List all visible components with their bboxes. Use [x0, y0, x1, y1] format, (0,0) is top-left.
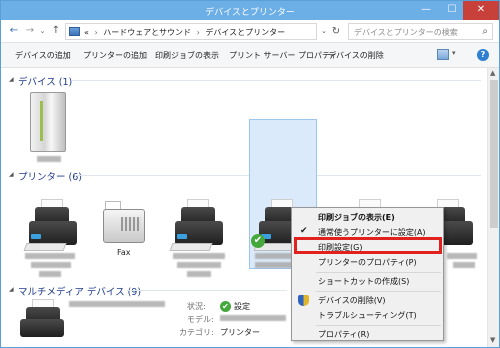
refresh-icon[interactable]: ↻	[329, 23, 343, 40]
breadcrumb: « › ハードウェアとサウンド › デバイスとプリンター	[84, 27, 285, 38]
search-input[interactable]: デバイスとプリンターの検索 ⌕	[348, 23, 493, 40]
printer-context-menu: 印刷ジョブの表示(E) ✔ 通常使うプリンターに設定(A) 印刷設定(G) プリ…	[291, 207, 444, 341]
group-divider	[71, 80, 481, 81]
computer-name-redacted	[37, 156, 61, 162]
address-dropdown-chevron-icon[interactable]: ⌄	[319, 23, 329, 40]
view-dropdown-chevron-icon[interactable]: ▾	[452, 49, 456, 57]
up-arrow-icon[interactable]: ↑	[49, 24, 63, 38]
printer-name-redacted	[31, 262, 71, 268]
menu-item-create-shortcut[interactable]: ショートカットの作成(S)	[292, 274, 443, 289]
recent-locations-chevron-icon[interactable]: ⌄	[38, 24, 47, 38]
menu-item-remove-device[interactable]: デバイスの削除(V)	[292, 293, 443, 308]
forward-arrow-icon[interactable]: →	[23, 24, 37, 38]
details-status-label: 状況:	[187, 302, 206, 311]
printer-name-redacted	[255, 262, 293, 268]
details-model-redacted	[220, 315, 286, 321]
details-category-label: カテゴリ:	[179, 328, 214, 337]
back-arrow-icon[interactable]: ←	[7, 24, 21, 38]
add-device-button[interactable]: デバイスの追加	[15, 50, 71, 61]
vertical-scrollbar[interactable]: ▲ ▼	[487, 68, 499, 347]
printer-name-redacted	[447, 253, 477, 259]
printer-icon	[175, 221, 223, 245]
group-divider	[127, 290, 287, 291]
control-panel-icon	[69, 27, 80, 36]
breadcrumb-separator-icon: ›	[94, 28, 98, 37]
fax-label: Fax	[117, 248, 131, 257]
change-view-icon[interactable]	[437, 49, 449, 60]
menu-item-see-print-jobs[interactable]: 印刷ジョブの表示(E)	[292, 210, 443, 225]
help-icon[interactable]: ?	[477, 49, 489, 61]
printer-name-redacted	[25, 253, 75, 259]
details-model-label: モデル:	[187, 315, 214, 324]
printer-name-redacted	[453, 262, 475, 268]
menu-separator	[316, 291, 441, 292]
printer-name-redacted	[39, 271, 61, 277]
printer-name-redacted	[173, 253, 225, 259]
add-printer-button[interactable]: プリンターの追加	[83, 50, 147, 61]
highlight-box	[294, 237, 442, 254]
menu-separator	[316, 325, 441, 326]
computer-power-stripe	[40, 101, 43, 141]
scroll-up-arrow-icon[interactable]: ▲	[490, 69, 495, 77]
menu-item-troubleshoot[interactable]: トラブルシューティング(T)	[292, 308, 443, 323]
printer-icon	[29, 221, 77, 245]
printer-panel	[177, 234, 187, 239]
fax-keypad	[121, 217, 141, 231]
scroll-down-arrow-icon[interactable]: ▼	[490, 336, 495, 344]
printer-name-redacted	[177, 262, 221, 268]
command-bar: デバイスの追加 プリンターの追加 印刷ジョブの表示 プリント サーバー プロパテ…	[1, 43, 499, 68]
scroll-thumb[interactable]	[490, 80, 498, 228]
printer-tray	[23, 243, 67, 251]
title-bar: デバイスとプリンター — ☐ ✕	[1, 1, 499, 20]
search-placeholder: デバイスとプリンターの検索	[354, 28, 458, 37]
checkmark-icon: ✔	[300, 226, 308, 236]
group-title-devices: デバイス (1)	[18, 77, 73, 88]
menu-item-properties[interactable]: プロパティ(R)	[292, 327, 443, 342]
remove-device-button[interactable]: デバイスの削除	[328, 50, 384, 61]
group-title-printers: プリンター (6)	[18, 172, 82, 183]
breadcrumb-devices-and-printers[interactable]: デバイスとプリンター	[205, 28, 285, 37]
status-ok-icon: ✔	[220, 301, 231, 312]
breadcrumb-hardware-and-sound[interactable]: ハードウェアとサウンド	[103, 28, 191, 37]
breadcrumb-overflow[interactable]: «	[84, 28, 89, 37]
printer-tray	[169, 243, 213, 251]
devices-and-printers-window: デバイスとプリンター — ☐ ✕ ← → ⌄ ↑ « › ハードウェアとサウンド…	[0, 0, 500, 348]
details-printer-icon	[18, 299, 66, 339]
breadcrumb-separator-icon: ›	[196, 28, 200, 37]
menu-separator	[316, 272, 441, 273]
computer-icon[interactable]	[30, 92, 66, 152]
printer-name-redacted	[187, 271, 211, 277]
uac-shield-icon	[298, 295, 309, 306]
default-printer-check-icon: ✔	[251, 234, 265, 248]
minimize-button[interactable]: —	[413, 1, 439, 20]
address-field[interactable]: « › ハードウェアとサウンド › デバイスとプリンター	[65, 23, 317, 40]
search-icon[interactable]: ⌕	[482, 26, 488, 37]
close-button[interactable]: ✕	[463, 1, 499, 20]
address-bar: ← → ⌄ ↑ « › ハードウェアとサウンド › デバイスとプリンター ⌄ ↻…	[1, 20, 499, 43]
collapse-triangle-icon[interactable]: ◢	[9, 286, 14, 293]
printer-panel	[31, 234, 41, 239]
printer-icon	[20, 319, 64, 337]
details-category-value: プリンター	[220, 328, 260, 337]
menu-item-printer-properties[interactable]: プリンターのプロパティ(P)	[292, 255, 443, 270]
maximize-button[interactable]: ☐	[439, 1, 465, 20]
collapse-triangle-icon[interactable]: ◢	[9, 76, 14, 83]
details-device-name-redacted	[69, 301, 165, 307]
group-title-multimedia: マルチメディア デバイス (9)	[18, 287, 142, 298]
print-server-properties-button[interactable]: プリント サーバー プロパティ	[229, 50, 338, 61]
details-status-value: 設定	[234, 302, 250, 311]
collapse-triangle-icon[interactable]: ◢	[9, 171, 14, 178]
printer-name-redacted	[255, 253, 293, 259]
see-print-jobs-button[interactable]: 印刷ジョブの表示	[155, 50, 219, 61]
